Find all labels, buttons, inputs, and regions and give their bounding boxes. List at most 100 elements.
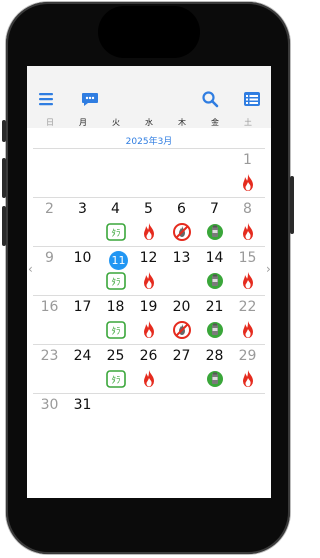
calendar-day-cell[interactable]: 15 bbox=[231, 247, 264, 295]
calendar-day-cell[interactable]: 20 bbox=[165, 296, 198, 344]
day-number: 13 bbox=[172, 250, 191, 266]
resource-garbage-icon bbox=[207, 322, 223, 338]
calendar-grid: 1 2 3 4 ﾀﾗ 5 6 7 8 9 10 11 ﾀﾗ 12 13 14 15 16 17 18 ﾀﾗ 19 20 21 2… bbox=[33, 148, 265, 442]
resource-garbage-icon bbox=[207, 371, 223, 387]
calendar-day-cell[interactable]: 14 bbox=[198, 247, 231, 295]
day-number: 5 bbox=[144, 201, 153, 217]
list-view-icon[interactable] bbox=[243, 90, 261, 108]
calendar-day-cell[interactable]: 13 bbox=[165, 247, 198, 295]
toolbar bbox=[27, 66, 271, 116]
calendar-day-cell bbox=[198, 394, 231, 442]
calendar-day-cell[interactable]: 1 bbox=[231, 149, 264, 197]
calendar-day-cell[interactable]: 26 bbox=[132, 345, 165, 393]
calendar-day-cell[interactable]: 19 bbox=[132, 296, 165, 344]
burnable-garbage-fire-icon bbox=[144, 272, 154, 289]
calendar-week-row: 1 bbox=[33, 148, 265, 197]
calendar-day-cell bbox=[99, 149, 132, 197]
day-number: 7 bbox=[210, 201, 219, 217]
calendar-day-cell[interactable]: 2 bbox=[33, 198, 66, 246]
weekday-tue: 火 bbox=[112, 118, 120, 127]
day-number: 31 bbox=[73, 397, 92, 413]
prev-month-arrow[interactable]: ‹ bbox=[28, 262, 33, 276]
burnable-garbage-fire-icon bbox=[243, 272, 253, 289]
day-number: 19 bbox=[139, 299, 158, 315]
resource-garbage-icon bbox=[207, 224, 223, 240]
calendar-day-cell[interactable]: 24 bbox=[66, 345, 99, 393]
calendar-day-cell[interactable]: 28 bbox=[198, 345, 231, 393]
power-button bbox=[290, 176, 294, 234]
calendar-day-cell[interactable]: 23 bbox=[33, 345, 66, 393]
burnable-garbage-fire-icon bbox=[144, 223, 154, 240]
dynamic-island bbox=[98, 6, 200, 58]
calendar-week-row: 30 31 bbox=[33, 393, 265, 442]
calendar-day-cell[interactable]: 18 ﾀﾗ bbox=[99, 296, 132, 344]
day-number: 16 bbox=[40, 299, 59, 315]
day-number: 28 bbox=[205, 348, 224, 364]
day-number: 1 bbox=[243, 152, 252, 168]
svg-text:ﾀﾗ: ﾀﾗ bbox=[111, 326, 120, 337]
weekday-mon: 月 bbox=[79, 118, 87, 127]
calendar-day-cell[interactable]: 9 bbox=[33, 247, 66, 295]
calendar-day-cell[interactable]: 11 ﾀﾗ bbox=[99, 247, 132, 295]
calendar-week-row: 23 24 25 ﾀﾗ 26 27 28 29 bbox=[33, 344, 265, 393]
calendar-day-cell[interactable]: 5 bbox=[132, 198, 165, 246]
calendar-day-cell[interactable]: 10 bbox=[66, 247, 99, 295]
calendar-day-cell[interactable]: 12 bbox=[132, 247, 165, 295]
calendar-day-cell[interactable]: 31 bbox=[66, 394, 99, 442]
non-burnable-garbage-icon bbox=[173, 223, 191, 241]
day-number: 27 bbox=[172, 348, 191, 364]
calendar-day-cell[interactable]: 17 bbox=[66, 296, 99, 344]
day-number: 23 bbox=[40, 348, 59, 364]
weekday-sat: 土 bbox=[244, 118, 252, 127]
svg-text:ﾀﾗ: ﾀﾗ bbox=[111, 277, 120, 288]
day-number: 22 bbox=[238, 299, 257, 315]
day-number: 21 bbox=[205, 299, 224, 315]
calendar-day-cell[interactable]: 30 bbox=[33, 394, 66, 442]
volume-up-button bbox=[2, 158, 6, 198]
calendar-day-cell[interactable]: 16 bbox=[33, 296, 66, 344]
calendar-day-cell bbox=[66, 149, 99, 197]
day-number: 4 bbox=[111, 201, 120, 217]
chat-bubble-icon[interactable] bbox=[81, 90, 99, 108]
calendar-day-cell[interactable]: 6 bbox=[165, 198, 198, 246]
calendar-day-cell bbox=[132, 149, 165, 197]
calendar-day-cell[interactable]: 4 ﾀﾗ bbox=[99, 198, 132, 246]
mute-switch bbox=[2, 120, 6, 142]
svg-text:ﾀﾗ: ﾀﾗ bbox=[111, 375, 120, 386]
burnable-garbage-fire-icon bbox=[144, 370, 154, 387]
search-icon[interactable] bbox=[201, 90, 219, 108]
recyclable-garbage-tag-icon: ﾀﾗ bbox=[106, 223, 126, 241]
burnable-garbage-fire-icon bbox=[243, 174, 253, 191]
calendar-day-cell[interactable]: 27 bbox=[165, 345, 198, 393]
day-number: 20 bbox=[172, 299, 191, 315]
day-number: 3 bbox=[78, 201, 87, 217]
resource-garbage-icon bbox=[207, 273, 223, 289]
day-number: 10 bbox=[73, 250, 92, 266]
recyclable-garbage-tag-icon: ﾀﾗ bbox=[106, 370, 126, 388]
calendar-day-cell[interactable]: 22 bbox=[231, 296, 264, 344]
calendar-day-cell bbox=[33, 149, 66, 197]
weekday-wed: 水 bbox=[145, 118, 153, 127]
day-number: 2 bbox=[45, 201, 54, 217]
menu-icon[interactable] bbox=[37, 90, 55, 108]
burnable-garbage-fire-icon bbox=[243, 321, 253, 338]
calendar-day-cell[interactable]: 3 bbox=[66, 198, 99, 246]
app-screen: 日 月 火 水 木 金 土 2025年3月 1 2 3 4 ﾀﾗ 5 6 7 8 9 10 11 ﾀﾗ 1… bbox=[27, 66, 271, 498]
today-date-badge: 11 bbox=[109, 251, 128, 270]
calendar-day-cell[interactable]: 29 bbox=[231, 345, 264, 393]
calendar-day-cell[interactable]: 8 bbox=[231, 198, 264, 246]
day-number: 12 bbox=[139, 250, 158, 266]
calendar-day-cell bbox=[198, 149, 231, 197]
calendar-day-cell bbox=[132, 394, 165, 442]
weekday-thu: 木 bbox=[178, 118, 186, 127]
non-burnable-garbage-icon bbox=[173, 321, 191, 339]
day-number: 17 bbox=[73, 299, 92, 315]
day-number: 9 bbox=[45, 250, 54, 266]
calendar-day-cell bbox=[99, 394, 132, 442]
burnable-garbage-fire-icon bbox=[243, 223, 253, 240]
calendar-day-cell[interactable]: 25 ﾀﾗ bbox=[99, 345, 132, 393]
day-number: 25 bbox=[106, 348, 125, 364]
next-month-arrow[interactable]: › bbox=[266, 262, 271, 276]
calendar-day-cell[interactable]: 7 bbox=[198, 198, 231, 246]
calendar-day-cell[interactable]: 21 bbox=[198, 296, 231, 344]
